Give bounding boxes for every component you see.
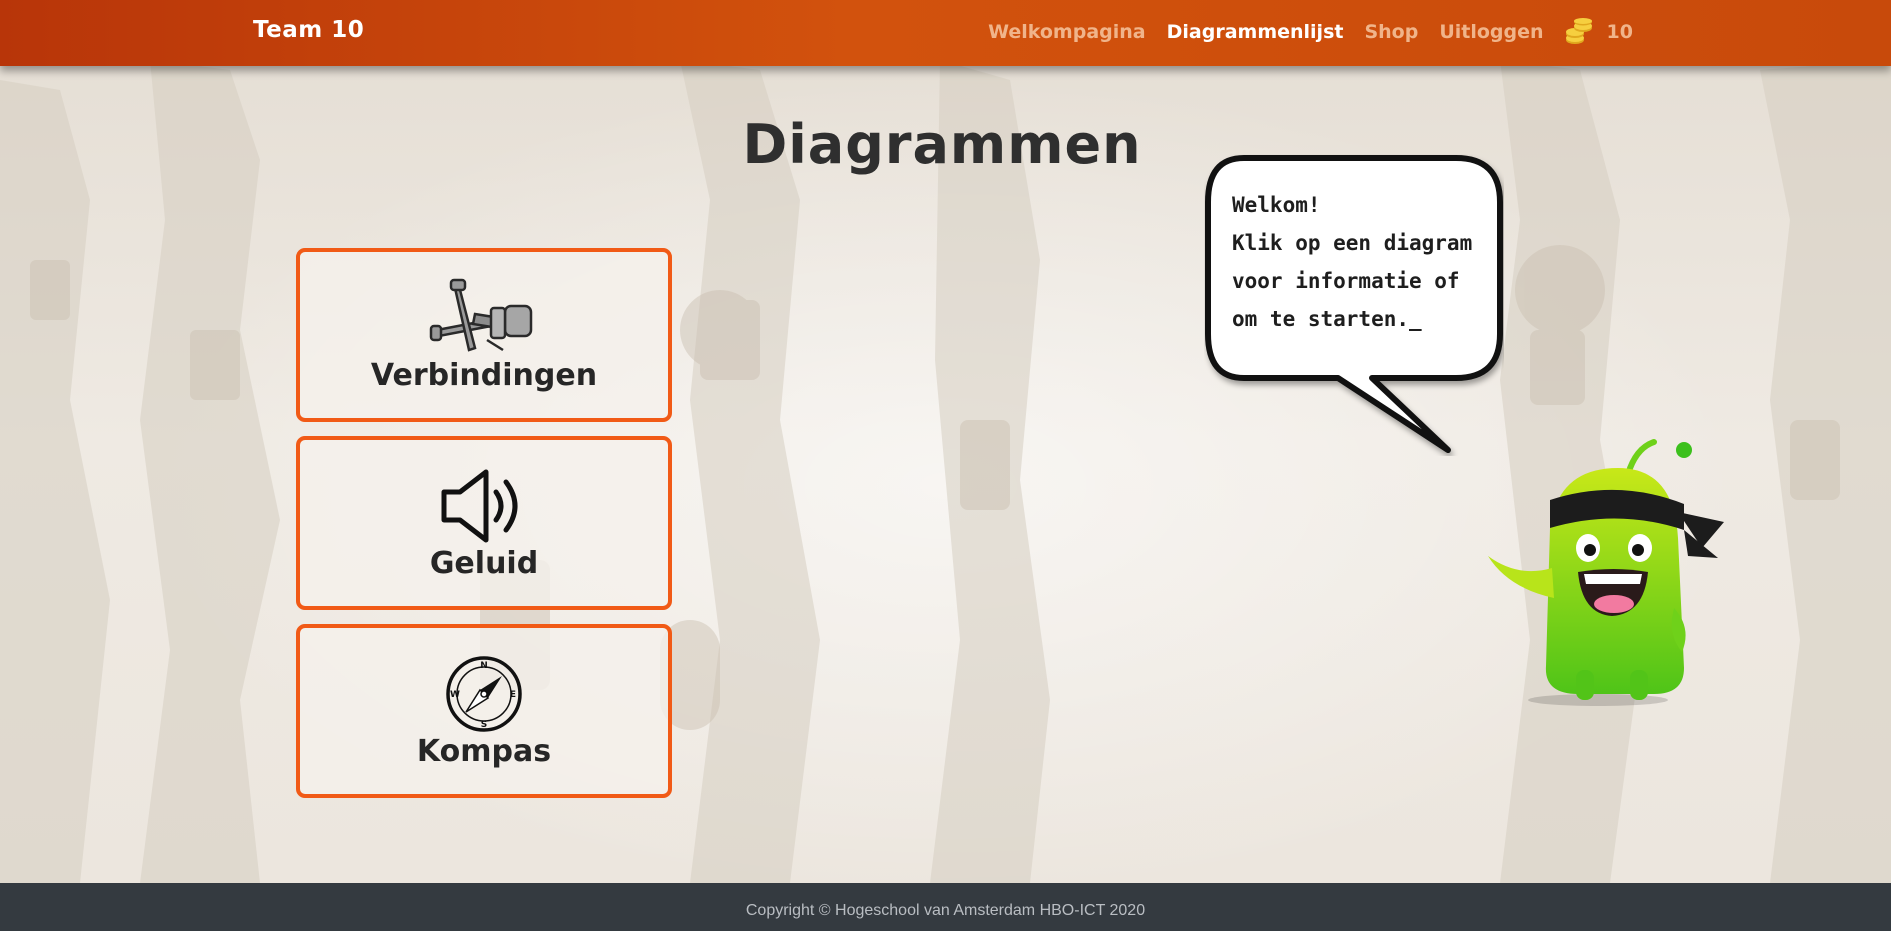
compass-icon: N E S W [446,656,522,732]
nav-link-diagrammenlijst[interactable]: Diagrammenlijst [1167,21,1344,43]
speaker-icon [441,469,518,543]
brand-link[interactable]: Team 10 [253,17,364,43]
speech-line: om te starten._ [1232,307,1422,331]
diagram-card-geluid[interactable]: Geluid [296,436,672,610]
diagram-card-verbindingen[interactable]: Verbindingen [296,248,672,422]
compass-letter-e: E [510,690,516,700]
card-label: Verbindingen [370,358,598,393]
speech-line: Klik op een diagram [1232,231,1473,255]
diagram-card-kompas[interactable]: N E S W Kompas [296,624,672,798]
compass-letter-w: W [450,690,460,700]
coin-stack-icon [1565,18,1592,44]
speech-bubble-text: Welkom! Klik op een diagram voor informa… [1232,186,1492,338]
coin-count: 10 [1606,21,1633,43]
mascot-monster-icon [1488,439,1724,706]
card-label: Geluid [429,546,539,581]
speech-line: Welkom! [1232,193,1321,217]
nav-link-welkompagina[interactable]: Welkompagina [988,21,1146,43]
compass-letter-n: N [480,661,488,671]
nav-links: Welkompagina Diagrammenlijst Shop Uitlog… [988,18,1633,46]
speech-line: voor informatie of [1232,269,1460,293]
nails-and-bolt-icon [429,278,533,352]
card-label: Kompas [416,734,552,769]
coin-balance: 10 [1565,18,1633,46]
nav-link-shop[interactable]: Shop [1364,21,1418,43]
navbar: Team 10 Welkompagina Diagrammenlijst Sho… [0,0,1891,66]
compass-letter-s: S [481,720,487,730]
nav-link-uitloggen[interactable]: Uitloggen [1439,21,1543,43]
footer-copyright: Copyright © Hogeschool van Amsterdam HBO… [745,902,1146,919]
page-title: Diagrammen [742,113,1142,176]
footer: Copyright © Hogeschool van Amsterdam HBO… [0,883,1891,931]
